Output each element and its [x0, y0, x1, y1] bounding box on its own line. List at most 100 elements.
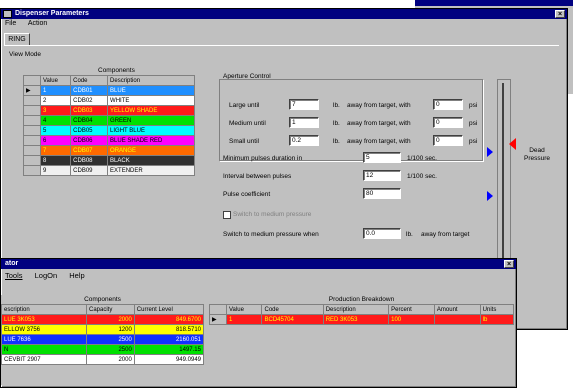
cell-description: YELLOW SHADE	[107, 105, 195, 116]
aperture-suffix: away from target, with	[347, 120, 411, 127]
table-header-row: escription Capacity Current Level	[1, 304, 205, 315]
cell-value: 5	[39, 125, 72, 136]
row-header[interactable]	[23, 95, 41, 106]
production-panel: Production Breakdown Value Code Descript…	[209, 295, 515, 385]
row-header[interactable]	[23, 125, 41, 136]
cell-value: 9	[39, 165, 72, 176]
menu-action[interactable]: Action	[28, 20, 47, 27]
row-header[interactable]	[23, 165, 41, 176]
aperture-suffix: away from target, with	[347, 102, 411, 109]
production-panel-title: Production Breakdown	[328, 296, 395, 303]
column-header-description[interactable]: Description	[322, 304, 390, 315]
row-header-corner	[23, 75, 41, 86]
row-selector-arrow-icon[interactable]: ▶	[209, 314, 227, 325]
menu-help[interactable]: Help	[69, 271, 84, 280]
cell-code: CDB01	[70, 85, 109, 96]
cell-code: CDB07	[70, 145, 109, 156]
cell-description: EXTENDER	[107, 165, 195, 176]
cell-value: 3	[39, 105, 72, 116]
table-row[interactable]: 7 CDB07 ORANGE	[23, 145, 195, 156]
menu-tools[interactable]: Tools	[5, 271, 23, 280]
gauge-arrow-upper-icon	[487, 147, 493, 157]
aperture-pressure-input[interactable]: 0	[433, 135, 463, 146]
table-header-row: Value Code Description	[23, 75, 195, 86]
cell-code: CDB09	[70, 165, 109, 176]
cell-value: 4	[39, 115, 72, 126]
cell-description: ORANGE	[107, 145, 195, 156]
cell-value: 8	[39, 155, 72, 166]
cell-percent: 100	[388, 314, 435, 325]
pulse-coef-label: Pulse coefficient	[223, 191, 271, 198]
aperture-suffix: away from target, with	[347, 138, 411, 145]
cell-current-level: 2160.051	[133, 334, 205, 345]
gauge-arrow-lower-icon	[487, 191, 493, 201]
row-header[interactable]	[23, 145, 41, 156]
aperture-unit: lb.	[333, 102, 340, 109]
components-table: Value Code Description ▶ 1 CDB01 BLUE 2 CDB02…	[23, 75, 195, 176]
column-header-units[interactable]: Units	[479, 304, 515, 315]
row-header[interactable]	[23, 105, 41, 116]
column-header-value[interactable]: Value	[225, 304, 263, 315]
aperture-unit: lb.	[333, 138, 340, 145]
column-header-value[interactable]: Value	[39, 75, 72, 86]
cell-value: 2	[39, 95, 72, 106]
components-title: Components	[96, 67, 137, 74]
operator-close-button[interactable]: ×	[504, 260, 514, 268]
table-row[interactable]: CEVBIT 2907 2000 949.0949	[1, 354, 205, 365]
table-row[interactable]: N 2500 1497.15	[1, 344, 205, 355]
aperture-pressure-input[interactable]: 0	[433, 117, 463, 128]
table-row[interactable]: 6 CDB06 BLUE SHADE RED	[23, 135, 195, 146]
app-icon	[3, 10, 12, 18]
column-header-amount[interactable]: Amount	[433, 304, 481, 315]
table-row[interactable]: 5 CDB05 LIGHT BLUE	[23, 125, 195, 136]
aperture-distance-input[interactable]: 0.2	[289, 135, 319, 146]
aperture-pressure-unit: psi	[469, 138, 478, 145]
cell-code: BCD45704	[261, 314, 324, 325]
cell-code: CDB04	[70, 115, 109, 126]
column-header-code[interactable]: Code	[261, 304, 324, 315]
table-row[interactable]: LUE 7636 2500 2160.051	[1, 334, 205, 345]
cell-code: CDB08	[70, 155, 109, 166]
table-row[interactable]: LUE 3K053 2000 849.6700	[1, 314, 205, 325]
menu-file[interactable]: File	[5, 20, 16, 27]
switch-medium-checkbox[interactable]	[223, 211, 231, 219]
row-selector-arrow-icon[interactable]: ▶	[23, 85, 41, 96]
components-panel: Components escription Capacity Current L…	[1, 295, 205, 385]
column-header-current-level[interactable]: Current Level	[133, 304, 205, 315]
table-row[interactable]: 4 CDB04 GREEN	[23, 115, 195, 126]
aperture-distance-input[interactable]: 1	[289, 117, 319, 128]
dead-pressure-label: Dead Pressure	[523, 147, 550, 162]
menu-logon[interactable]: LogOn	[35, 271, 58, 280]
column-header-description[interactable]: Description	[107, 75, 195, 86]
table-row[interactable]: 8 CDB08 BLACK	[23, 155, 195, 166]
table-row[interactable]: ▶ 1 BCD45704 RED 3K053 100 lb	[209, 314, 515, 325]
table-row[interactable]: 3 CDB03 YELLOW SHADE	[23, 105, 195, 116]
table-row[interactable]: ▶ 1 CDB01 BLUE	[23, 85, 195, 96]
row-header[interactable]	[23, 115, 41, 126]
column-header-code[interactable]: Code	[70, 75, 109, 86]
table-row[interactable]: ELLOW 3756 1200 818.5710	[1, 324, 205, 335]
dead-pressure-marker-icon	[509, 138, 516, 150]
min-pulse-unit: 1/100 sec.	[407, 155, 437, 162]
switch-medium-input[interactable]: 0.0	[363, 228, 401, 239]
close-button[interactable]: ×	[555, 10, 565, 18]
aperture-distance-input[interactable]: 7	[289, 99, 319, 110]
column-header-percent[interactable]: Percent	[388, 304, 435, 315]
row-header[interactable]	[23, 135, 41, 146]
interval-unit: 1/100 sec.	[407, 173, 437, 180]
table-row[interactable]: 9 CDB09 EXTENDER	[23, 165, 195, 176]
cell-description: GREEN	[107, 115, 195, 126]
table-row[interactable]: 2 CDB02 WHITE	[23, 95, 195, 106]
aperture-label: Medium until	[229, 120, 266, 127]
aperture-pressure-input[interactable]: 0	[433, 99, 463, 110]
cell-description: BLUE SHADE RED	[107, 135, 195, 146]
cell-description: CEVBIT 2907	[1, 354, 87, 365]
min-pulse-input[interactable]: 5	[363, 152, 401, 163]
pulse-coef-input[interactable]: 80	[363, 188, 401, 199]
column-header-capacity[interactable]: Capacity	[86, 304, 135, 315]
cell-code: CDB06	[70, 135, 109, 146]
cell-capacity: 2500	[86, 334, 135, 345]
row-header[interactable]	[23, 155, 41, 166]
interval-input[interactable]: 12	[363, 170, 401, 181]
column-header-description[interactable]: escription	[1, 304, 87, 315]
